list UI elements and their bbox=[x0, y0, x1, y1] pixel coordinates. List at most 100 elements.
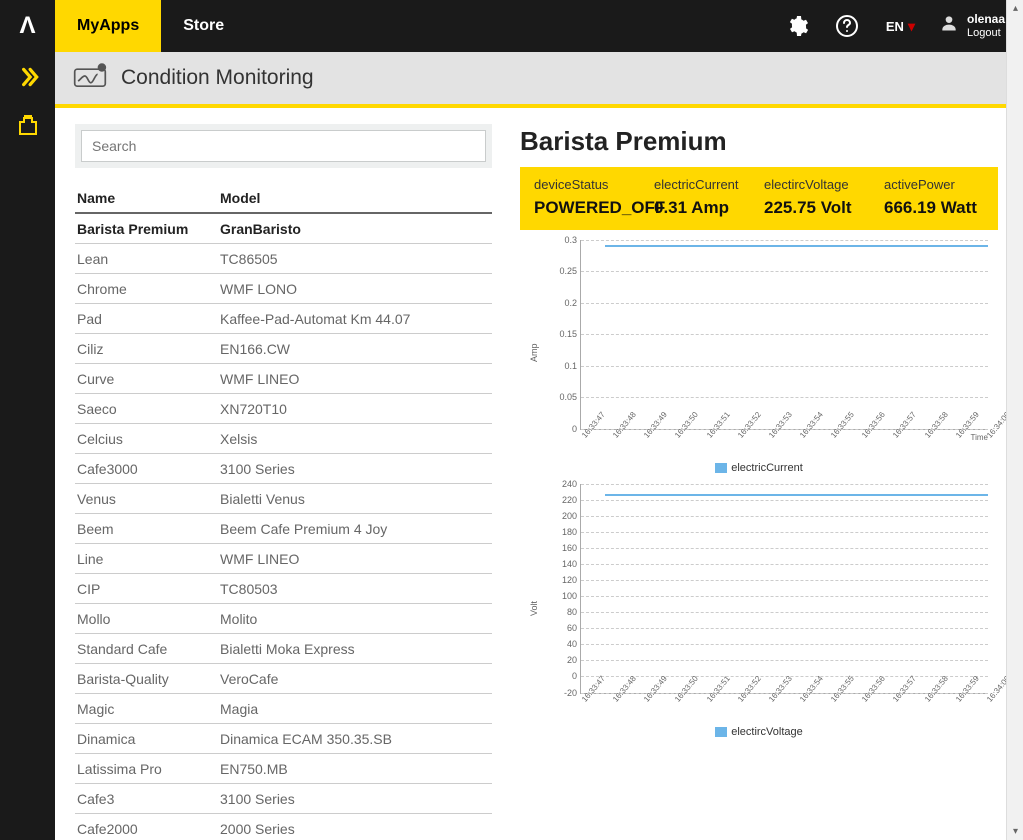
device-title: Barista Premium bbox=[520, 126, 998, 157]
gear-icon[interactable] bbox=[772, 0, 822, 52]
y-tick: 0.15 bbox=[539, 329, 577, 339]
legend-swatch-icon bbox=[715, 463, 727, 473]
device-list-panel: Name Model Barista PremiumGranBaristoLea… bbox=[75, 124, 492, 840]
table-row[interactable]: LeanTC86505 bbox=[75, 244, 492, 274]
cell-name: Chrome bbox=[75, 281, 220, 297]
stat-label: activePower bbox=[884, 177, 984, 192]
y-tick: 0.2 bbox=[539, 298, 577, 308]
nav-store[interactable]: Store bbox=[161, 0, 246, 52]
table-row[interactable]: MolloMolito bbox=[75, 604, 492, 634]
x-tick: 16:34:00 bbox=[985, 674, 1006, 717]
chart-electric-voltage: Volt -2002040608010012014016018020022024… bbox=[520, 484, 998, 738]
grid-line bbox=[581, 660, 988, 661]
chart-area: 00.050.10.150.20.250.3 bbox=[580, 240, 988, 430]
stat-value: 666.19 Watt bbox=[884, 198, 984, 218]
table-row[interactable]: DinamicaDinamica ECAM 350.35.SB bbox=[75, 724, 492, 754]
cell-name: Cafe3 bbox=[75, 791, 220, 807]
table-row[interactable]: VenusBialetti Venus bbox=[75, 484, 492, 514]
grid-line bbox=[581, 240, 988, 241]
grid-line bbox=[581, 271, 988, 272]
cell-model: 3100 Series bbox=[220, 791, 492, 807]
cell-name: Line bbox=[75, 551, 220, 567]
expand-icon[interactable] bbox=[15, 64, 41, 96]
search-input[interactable] bbox=[81, 130, 486, 162]
grid-line bbox=[581, 397, 988, 398]
language-select[interactable]: EN ▾ bbox=[872, 0, 929, 52]
cell-name: Magic bbox=[75, 701, 220, 717]
table-body: Barista PremiumGranBaristoLeanTC86505Chr… bbox=[75, 214, 492, 840]
cell-name: Barista-Quality bbox=[75, 671, 220, 687]
col-header-model[interactable]: Model bbox=[220, 190, 492, 206]
y-tick: 140 bbox=[539, 559, 577, 569]
y-tick: 240 bbox=[539, 479, 577, 489]
x-ticks: 16:33:4716:33:4816:33:4916:33:5016:33:51… bbox=[580, 430, 988, 460]
col-header-name[interactable]: Name bbox=[75, 190, 220, 206]
cell-model: 3100 Series bbox=[220, 461, 492, 477]
spacer bbox=[246, 0, 772, 52]
help-icon[interactable] bbox=[822, 0, 872, 52]
table-row[interactable]: CilizEN166.CW bbox=[75, 334, 492, 364]
user-name: olenaa bbox=[967, 12, 1005, 26]
grid-line bbox=[581, 596, 988, 597]
table-row[interactable]: CelciusXelsis bbox=[75, 424, 492, 454]
table-row[interactable]: Cafe20002000 Series bbox=[75, 814, 492, 840]
grid-line bbox=[581, 548, 988, 549]
stat-value: POWERED_OFF bbox=[534, 198, 654, 218]
stat-value: 225.75 Volt bbox=[764, 198, 884, 218]
cell-name: CIP bbox=[75, 581, 220, 597]
y-axis-label: Amp bbox=[529, 343, 539, 362]
table-row[interactable]: PadKaffee-Pad-Automat Km 44.07 bbox=[75, 304, 492, 334]
cell-name: Cafe2000 bbox=[75, 821, 220, 837]
y-tick: 0.1 bbox=[539, 361, 577, 371]
vertical-scrollbar[interactable] bbox=[1006, 0, 1023, 840]
cell-model: Molito bbox=[220, 611, 492, 627]
grid-line bbox=[581, 303, 988, 304]
table-row[interactable]: Barista PremiumGranBaristo bbox=[75, 214, 492, 244]
table-row[interactable]: SaecoXN720T10 bbox=[75, 394, 492, 424]
scroll-up-icon[interactable] bbox=[1007, 0, 1023, 17]
scroll-down-icon[interactable] bbox=[1007, 823, 1023, 840]
extension-icon[interactable] bbox=[16, 114, 40, 144]
stat-label: deviceStatus bbox=[534, 177, 654, 192]
app-logo[interactable]: Λ bbox=[0, 0, 55, 52]
y-tick: 220 bbox=[539, 495, 577, 505]
stat-cell: electricCurrent0.31 Amp bbox=[654, 177, 764, 218]
stat-cell: deviceStatus POWERED_OFF bbox=[534, 177, 654, 218]
grid-line bbox=[581, 334, 988, 335]
y-tick: 200 bbox=[539, 511, 577, 521]
table-row[interactable]: Barista-QualityVeroCafe bbox=[75, 664, 492, 694]
nav-myapps[interactable]: MyApps bbox=[55, 0, 161, 52]
x-tick: 16:34:00 bbox=[985, 410, 1006, 453]
cell-model: 2000 Series bbox=[220, 821, 492, 837]
grid-line bbox=[581, 580, 988, 581]
cell-name: Lean bbox=[75, 251, 220, 267]
content: ! Condition Monitoring Name Model Barist… bbox=[55, 52, 1006, 840]
table-row[interactable]: CurveWMF LINEO bbox=[75, 364, 492, 394]
main-columns: Name Model Barista PremiumGranBaristoLea… bbox=[55, 108, 1006, 840]
y-tick: 0 bbox=[539, 671, 577, 681]
stat-label: electircVoltage bbox=[764, 177, 884, 192]
table-row[interactable]: BeemBeem Cafe Premium 4 Joy bbox=[75, 514, 492, 544]
y-tick: 160 bbox=[539, 543, 577, 553]
svg-text:!: ! bbox=[101, 65, 103, 72]
table-row[interactable]: Cafe30003100 Series bbox=[75, 454, 492, 484]
data-line bbox=[605, 245, 988, 247]
table-header: Name Model bbox=[75, 184, 492, 214]
user-icon bbox=[939, 13, 959, 39]
stat-value: 0.31 Amp bbox=[654, 198, 764, 218]
cell-model: Magia bbox=[220, 701, 492, 717]
table-row[interactable]: Latissima ProEN750.MB bbox=[75, 754, 492, 784]
table-row[interactable]: Cafe33100 Series bbox=[75, 784, 492, 814]
cell-model: TC80503 bbox=[220, 581, 492, 597]
search-wrap bbox=[75, 124, 492, 168]
cell-model: WMF LINEO bbox=[220, 551, 492, 567]
page-header: ! Condition Monitoring bbox=[55, 52, 1006, 108]
y-tick: 100 bbox=[539, 591, 577, 601]
legend-swatch-icon bbox=[715, 727, 727, 737]
table-row[interactable]: Standard CafeBialetti Moka Express bbox=[75, 634, 492, 664]
table-row[interactable]: MagicMagia bbox=[75, 694, 492, 724]
table-row[interactable]: ChromeWMF LONO bbox=[75, 274, 492, 304]
table-row[interactable]: CIPTC80503 bbox=[75, 574, 492, 604]
table-row[interactable]: LineWMF LINEO bbox=[75, 544, 492, 574]
y-tick: 0.05 bbox=[539, 392, 577, 402]
